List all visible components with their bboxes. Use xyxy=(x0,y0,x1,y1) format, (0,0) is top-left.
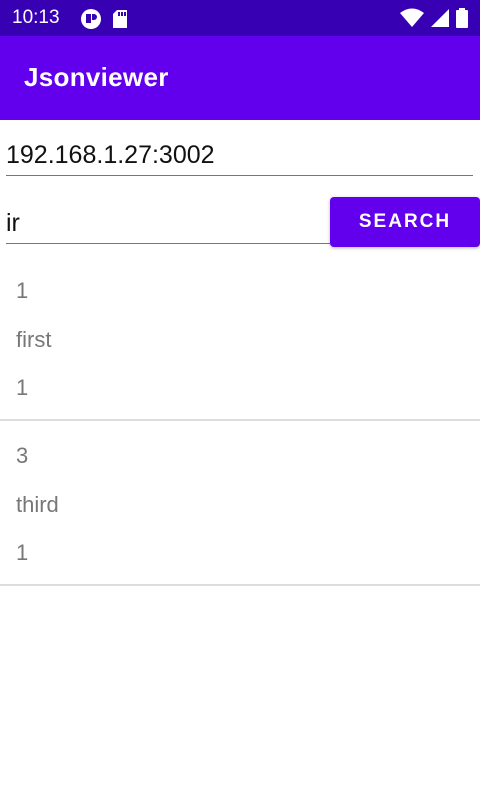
result-field: 1 xyxy=(16,375,29,400)
list-item[interactable]: 3 third 1 xyxy=(0,421,480,586)
search-button[interactable]: SEARCH xyxy=(330,197,480,247)
result-field: 3 xyxy=(16,443,29,468)
status-time: 10:13 xyxy=(12,7,60,28)
server-address-input[interactable] xyxy=(6,136,473,176)
notification-app-icon xyxy=(81,9,101,29)
sd-card-icon xyxy=(113,10,127,28)
signal-icon xyxy=(431,9,449,27)
status-icons-left xyxy=(80,8,128,30)
battery-icon xyxy=(456,8,468,28)
result-field: 1 xyxy=(16,540,29,565)
result-field: 1 xyxy=(16,278,29,303)
wifi-icon xyxy=(400,8,424,27)
result-field: first xyxy=(16,327,52,352)
result-field: third xyxy=(16,492,59,517)
results-list: 1 first 1 3 third 1 xyxy=(0,256,480,586)
app-bar: Jsonviewer xyxy=(0,36,480,120)
app-title: Jsonviewer xyxy=(24,62,169,92)
status-bar: 10:13 xyxy=(0,0,480,36)
status-icons-right xyxy=(400,8,468,28)
search-query-input[interactable] xyxy=(6,204,330,244)
list-item[interactable]: 1 first 1 xyxy=(0,256,480,421)
